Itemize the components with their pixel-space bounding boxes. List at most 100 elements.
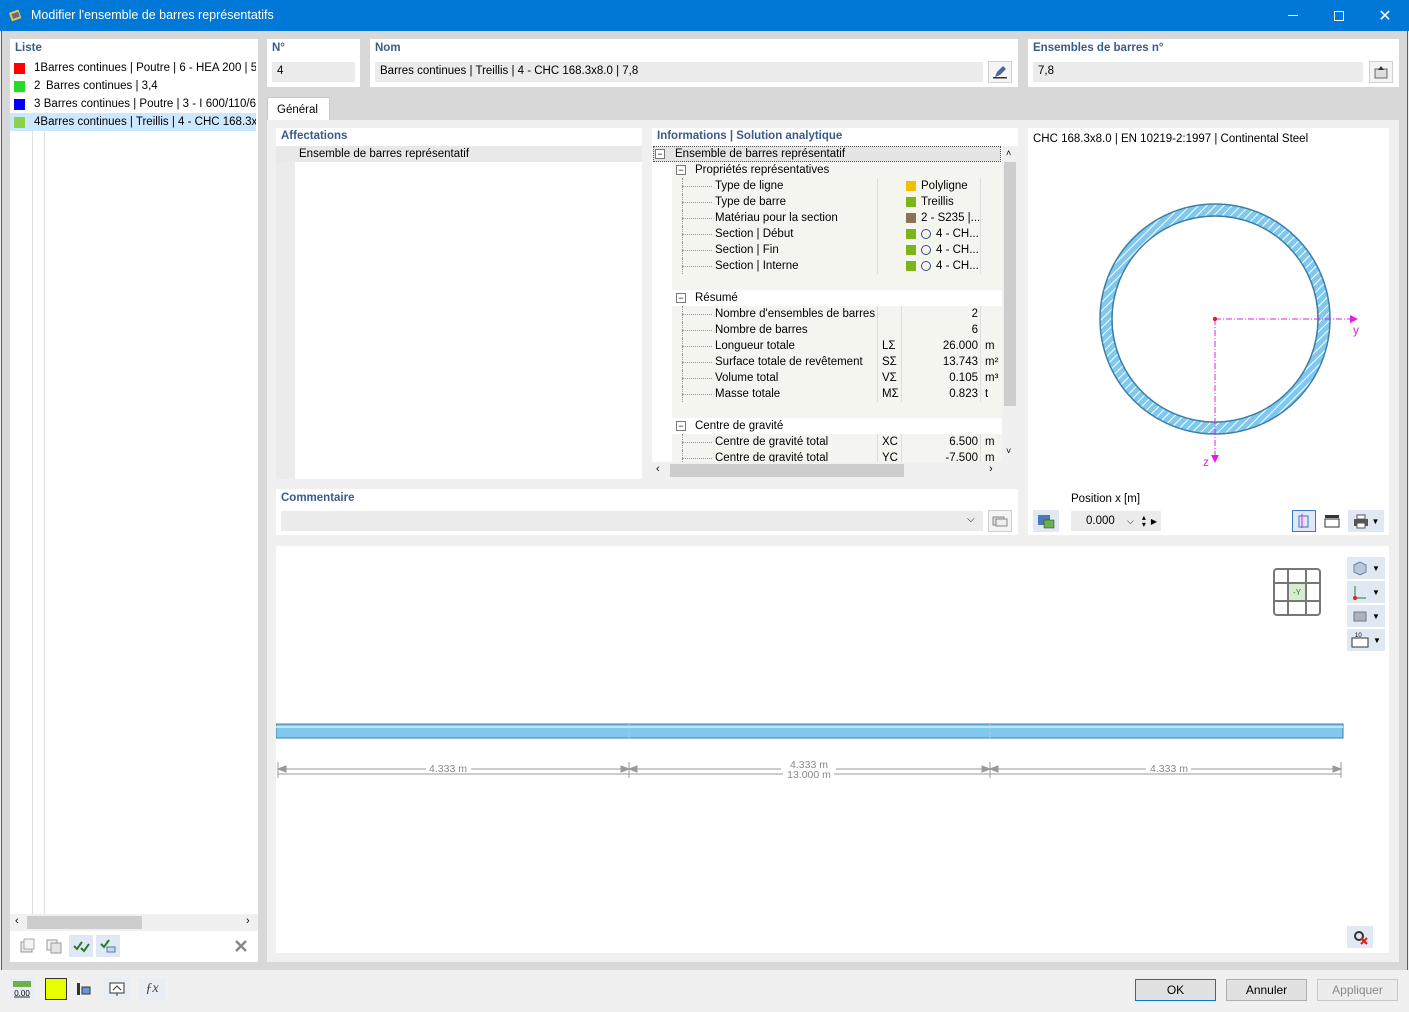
prop-value: Polyligne [921, 180, 968, 192]
summary-row[interactable]: Centre de gravité total XC 6.500 m [672, 434, 1002, 450]
view-direction-icon[interactable]: ▼ [1347, 581, 1385, 603]
units-icon[interactable]: 0.00 [10, 978, 34, 1000]
item-label: Barres continues | Poutre | 6 - HEA 200 … [40, 62, 256, 74]
summary-unit: m [985, 340, 995, 352]
dropdown-icon[interactable]: ⌵ [1127, 516, 1134, 527]
scroll-right-icon[interactable]: › [246, 915, 250, 927]
minimize-button[interactable] [1270, 0, 1316, 31]
prop-row[interactable]: Section | Fin 4 - CH... [672, 242, 1002, 258]
info-icon[interactable] [71, 978, 95, 1000]
name-field[interactable]: Barres continues | Treillis | 4 - CHC 16… [375, 62, 983, 82]
number-label: N° [272, 42, 285, 54]
edit-name-icon[interactable] [988, 61, 1012, 83]
comment-dropdown-icon[interactable]: ⌵ [967, 514, 975, 525]
scroll-thumb[interactable] [670, 464, 904, 477]
step-next-icon[interactable]: ▶ [1151, 517, 1157, 526]
prop-row[interactable]: Section | Début 4 - CH... [672, 226, 1002, 242]
scale-tag: 10 [1355, 633, 1362, 639]
scroll-thumb[interactable] [27, 916, 142, 929]
section-drawing: y z [1099, 203, 1359, 469]
section-table-icon[interactable] [1033, 510, 1059, 532]
color-icon[interactable] [45, 978, 67, 1000]
check-all-icon[interactable] [69, 935, 93, 957]
color-swatch [14, 62, 25, 74]
color-swatch [14, 98, 25, 110]
summary-unit: m³ [985, 372, 999, 384]
scroll-left-icon[interactable]: ‹ [15, 915, 19, 927]
item-num: 3 [34, 98, 41, 110]
summary-unit: t [985, 388, 989, 400]
summary-row[interactable]: Centre de gravité total YC -7.500 m [672, 450, 1002, 462]
list-item[interactable]: 3 Barres continues | Poutre | 3 - I 600/1… [10, 95, 256, 113]
toggle-check-icon[interactable] [96, 935, 120, 957]
sets-field[interactable]: 7,8 [1033, 62, 1363, 82]
scroll-thumb[interactable] [1004, 162, 1016, 406]
delete-icon[interactable] [229, 935, 253, 957]
group-cog-label: Centre de gravité [695, 420, 784, 432]
new-item-icon[interactable] [15, 935, 39, 957]
view-cube-icon[interactable]: -Y [1272, 567, 1322, 617]
apply-button[interactable]: Appliquer [1317, 979, 1398, 1001]
scroll-up-icon[interactable]: ˄ [1006, 148, 1011, 158]
number-field[interactable]: 4 [272, 62, 355, 82]
spin-icon[interactable]: ▴ ▾ [1142, 514, 1146, 529]
render-mode-icon[interactable]: ▼ [1347, 557, 1385, 579]
collapse-icon[interactable]: − [655, 149, 665, 159]
reset-view-icon[interactable] [1347, 926, 1373, 948]
summary-unit: m [985, 436, 995, 448]
list-item-selected[interactable]: 4 Barres continues | Treillis | 4 - CHC 1… [10, 113, 256, 131]
collapse-icon[interactable]: − [676, 421, 686, 431]
group-summary-label: Résumé [695, 292, 738, 304]
formula-icon[interactable]: ƒx [139, 978, 165, 1000]
horizontal-scrollbar[interactable]: ‹ › [10, 914, 258, 931]
close-button[interactable]: ✕ [1362, 0, 1408, 31]
list-panel: Liste 1 Barres continues | Poutre | 6 - H… [10, 39, 258, 962]
comment-field[interactable] [281, 511, 983, 531]
position-spinner[interactable]: 0.000 ⌵ ▴ ▾ ▶ [1071, 511, 1161, 531]
scale-icon[interactable] [1320, 510, 1344, 532]
copy-item-icon[interactable] [42, 935, 66, 957]
summary-row[interactable]: Volume total VΣ 0.105 m³ [672, 370, 1002, 386]
comment-library-icon[interactable] [988, 510, 1012, 532]
scroll-right-icon[interactable]: › [989, 463, 993, 475]
summary-row[interactable]: Masse totale MΣ 0.823 t [672, 386, 1002, 402]
summary-row[interactable]: Nombre d'ensembles de barres 2 [672, 306, 1002, 322]
number-panel: N° 4 [267, 39, 360, 87]
prop-label: Matériau pour la section [715, 212, 838, 224]
tab-general[interactable]: Général [267, 97, 330, 121]
summary-row[interactable]: Nombre de barres 6 [672, 322, 1002, 338]
cancel-button[interactable]: Annuler [1226, 979, 1307, 1001]
list-items: 1 Barres continues | Poutre | 6 - HEA 200… [10, 59, 256, 131]
summary-symbol: YC [882, 452, 898, 462]
maximize-button[interactable] [1316, 0, 1362, 31]
prop-row[interactable]: Type de ligne Polyligne [672, 178, 1002, 194]
display-options-icon[interactable]: ▼ [1347, 605, 1385, 627]
horizontal-scrollbar[interactable]: ‹ › [652, 462, 1018, 479]
prop-row[interactable]: Section | Interne 4 - CH... [672, 258, 1002, 274]
list-item[interactable]: 2 Barres continues | 3,4 [10, 77, 256, 95]
prop-row[interactable]: Type de barre Treillis [672, 194, 1002, 210]
list-item[interactable]: 1 Barres continues | Poutre | 6 - HEA 200… [10, 59, 256, 77]
summary-label: Surface totale de revêtement [715, 356, 863, 368]
dimension-scale-icon[interactable]: 10 ▼ [1347, 629, 1385, 651]
view-icon[interactable] [104, 978, 130, 1000]
scroll-down-icon[interactable]: ˅ [1006, 446, 1011, 456]
ok-button[interactable]: OK [1135, 979, 1216, 1001]
item-label: Barres continues | 3,4 [46, 80, 158, 92]
group-props-label: Propriétés représentatives [695, 164, 830, 176]
summary-label: Centre de gravité total [715, 436, 829, 448]
prop-value: 4 - CH... [936, 228, 979, 240]
scroll-left-icon[interactable]: ‹ [656, 463, 660, 475]
summary-row[interactable]: Longueur totale LΣ 26.000 m [672, 338, 1002, 354]
summary-row[interactable]: Surface totale de revêtement SΣ 13.743 m… [672, 354, 1002, 370]
axis-z-label: z [1203, 455, 1209, 469]
show-dimensions-icon[interactable] [1292, 510, 1316, 532]
summary-symbol: VΣ [882, 372, 897, 384]
collapse-icon[interactable]: − [676, 165, 686, 175]
circle-section-icon [921, 245, 931, 255]
collapse-icon[interactable]: − [676, 293, 686, 303]
prop-row[interactable]: Matériau pour la section 2 - S235 |... [672, 210, 1002, 226]
vertical-scrollbar[interactable]: ˄ ˅ [1002, 146, 1018, 462]
select-sets-icon[interactable] [1369, 61, 1393, 83]
print-icon[interactable]: ▼ [1348, 510, 1384, 532]
